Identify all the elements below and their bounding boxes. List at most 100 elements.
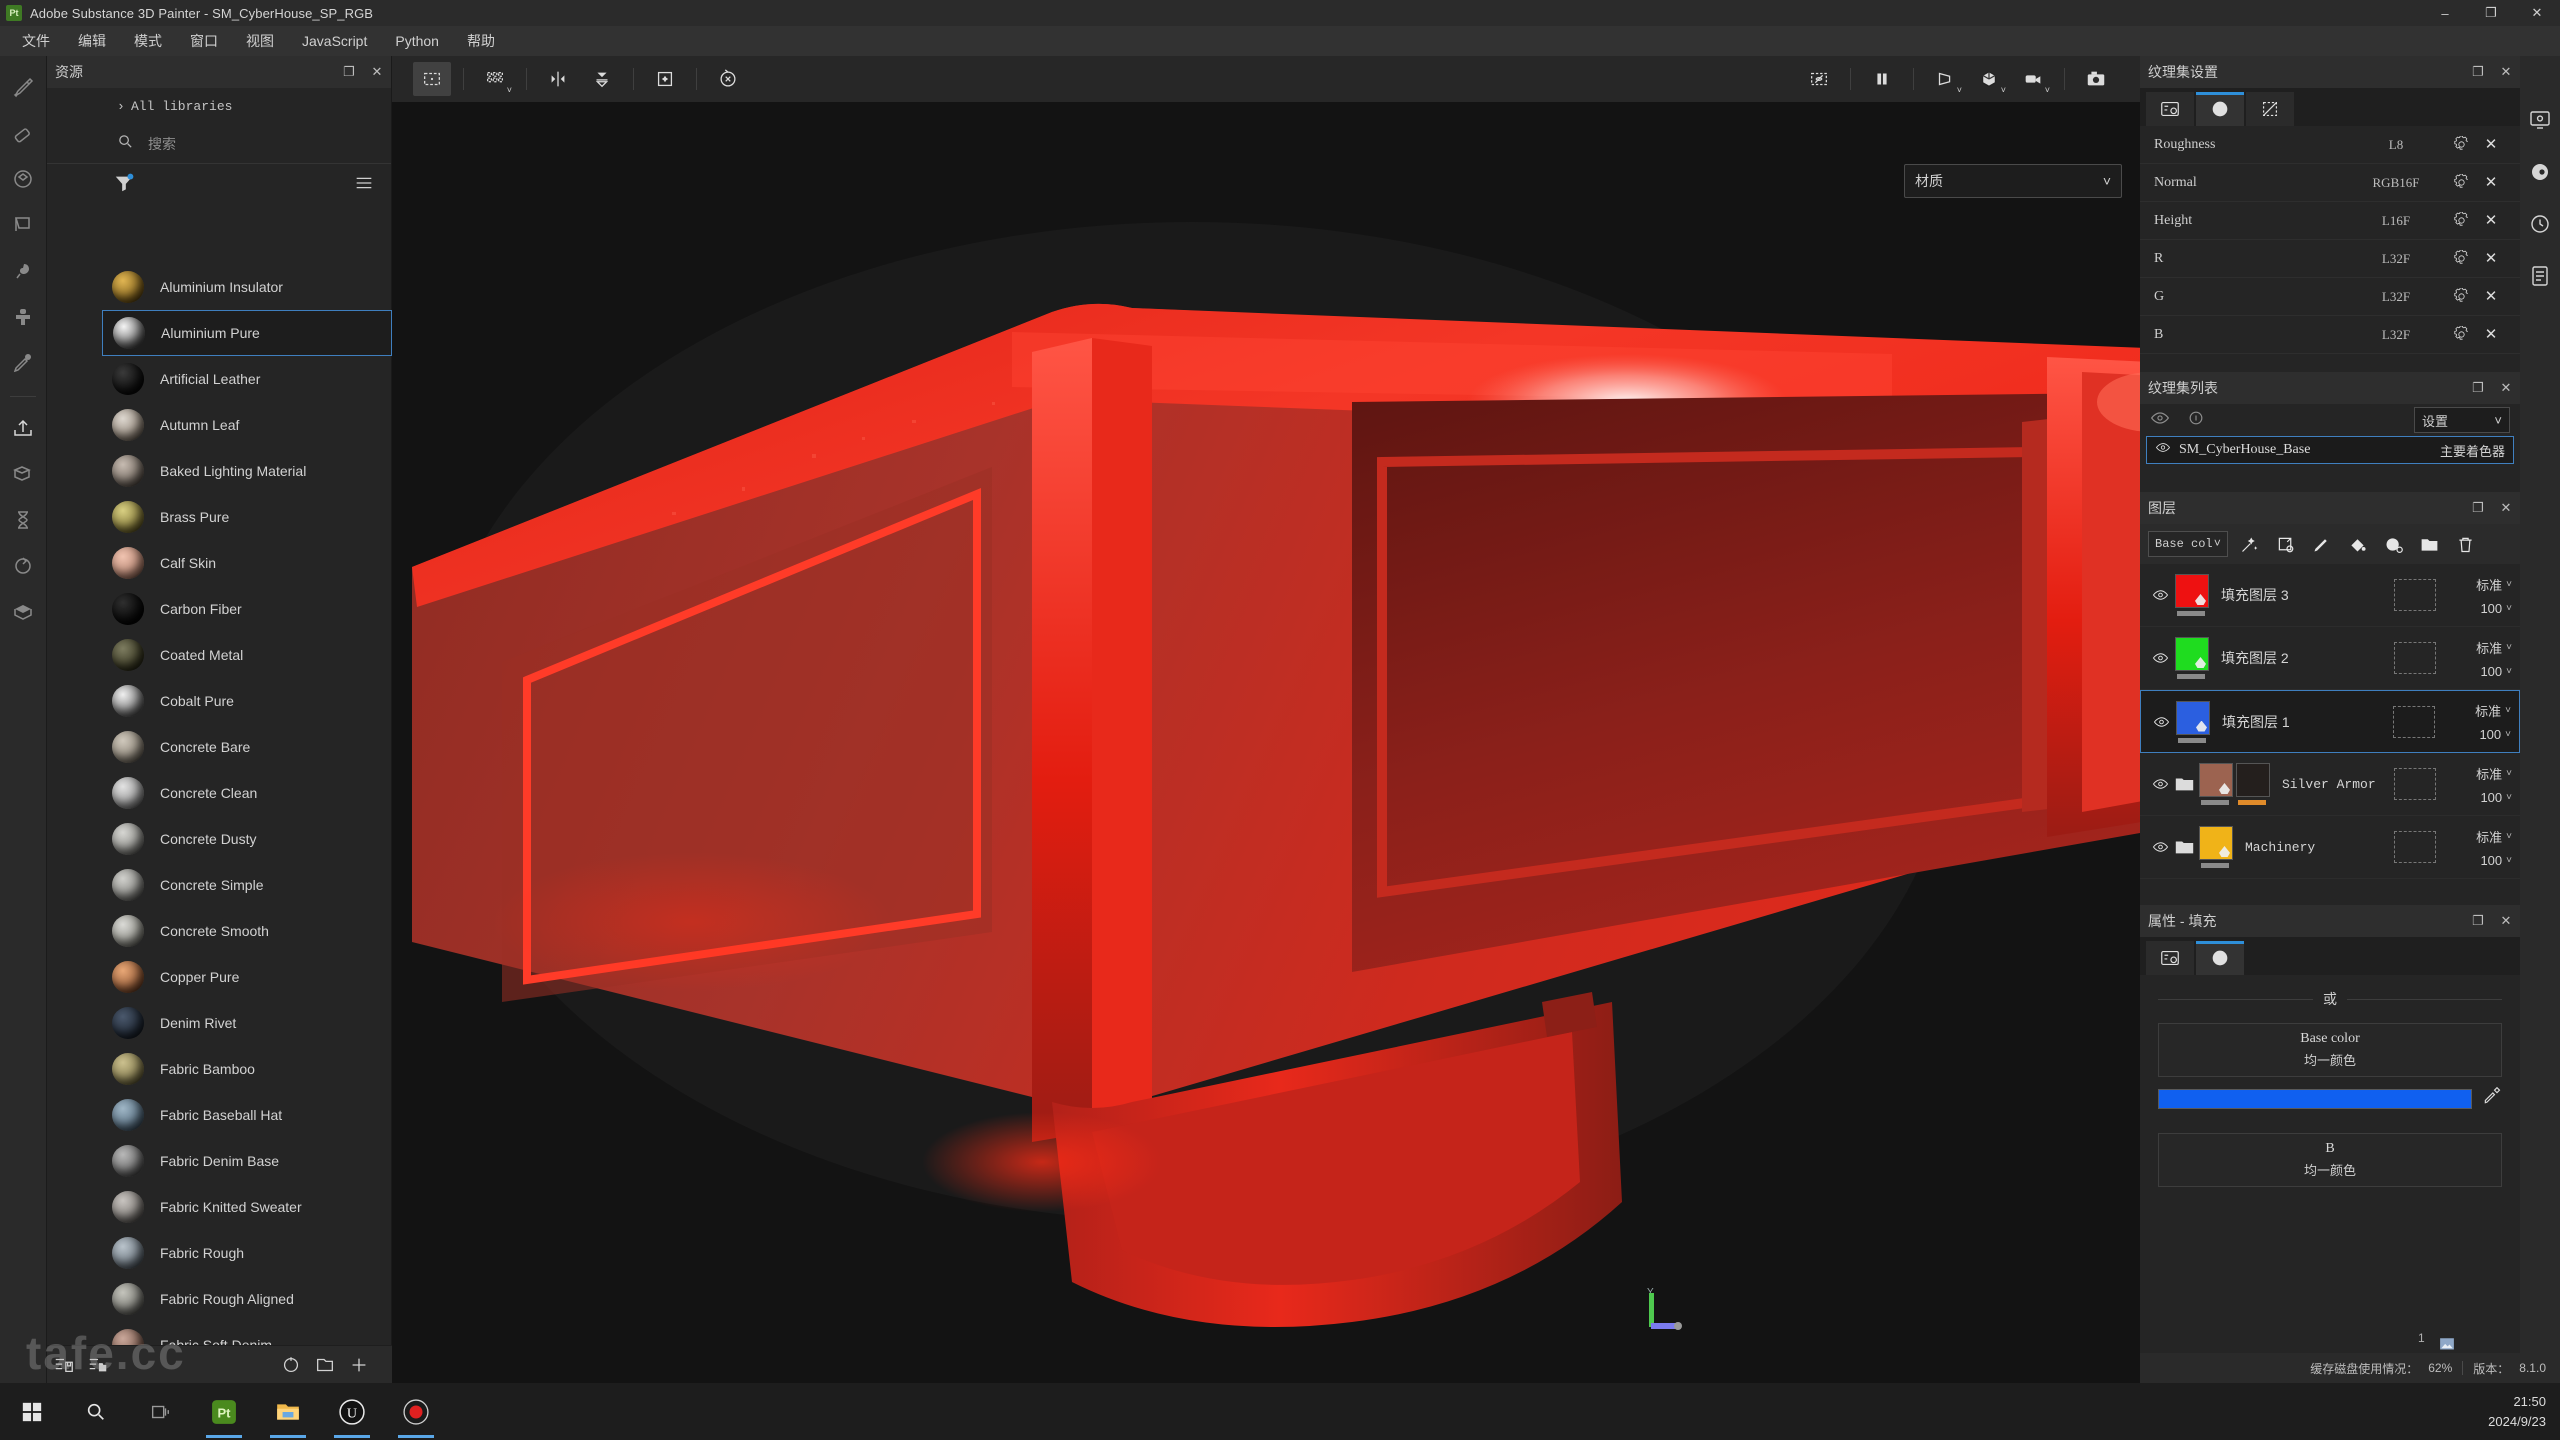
material-dropdown[interactable]: 材质 ˅ bbox=[1904, 164, 2122, 198]
channel-row[interactable]: G L32F ✕ bbox=[2140, 278, 2520, 316]
property-field[interactable]: Base color 均一颜色 bbox=[2158, 1023, 2502, 1077]
menu-view[interactable]: 视图 bbox=[232, 27, 288, 55]
symmetry-plane-icon[interactable] bbox=[583, 62, 621, 96]
add-anchor-icon[interactable] bbox=[646, 62, 684, 96]
library-selector[interactable]: › All libraries bbox=[47, 88, 391, 124]
add-folder-icon[interactable] bbox=[2414, 530, 2444, 558]
list-item[interactable]: Carbon Fiber bbox=[102, 586, 392, 632]
channel-settings-icon[interactable] bbox=[2446, 212, 2476, 229]
channel-remove-icon[interactable]: ✕ bbox=[2476, 287, 2506, 306]
layer-visibility-icon[interactable] bbox=[2148, 840, 2172, 854]
channel-remove-icon[interactable]: ✕ bbox=[2476, 211, 2506, 230]
layer-thumbnail[interactable] bbox=[2176, 700, 2210, 743]
layer-opacity[interactable]: 100 bbox=[2480, 601, 2502, 616]
list-item[interactable]: Concrete Smooth bbox=[102, 908, 392, 954]
list-item[interactable]: Artificial Leather bbox=[102, 356, 392, 402]
new-folder-icon[interactable] bbox=[308, 1350, 342, 1380]
menu-javascript[interactable]: JavaScript bbox=[288, 29, 381, 53]
3d-view-icon[interactable] bbox=[6, 595, 40, 629]
mesh-view-icon[interactable]: ˅ bbox=[1970, 62, 2008, 96]
material-tab-icon[interactable] bbox=[2196, 941, 2244, 975]
add-smart-mask-icon[interactable] bbox=[2270, 530, 2300, 558]
filter-icon[interactable] bbox=[113, 172, 135, 199]
material-list[interactable]: Aluminium Insulator Aluminium Pure Artific… bbox=[102, 264, 392, 1374]
table-row[interactable]: 填充图层 1 标准 ˅ 100 ˅ bbox=[2140, 690, 2520, 753]
layer-visibility-icon[interactable] bbox=[2148, 777, 2172, 791]
layer-opacity[interactable]: 100 bbox=[2480, 853, 2502, 868]
tsl-close-icon[interactable]: ✕ bbox=[2498, 380, 2514, 396]
paint-brush-icon[interactable] bbox=[6, 70, 40, 104]
maximize-button[interactable]: ❐ bbox=[2468, 0, 2514, 26]
color-swatch[interactable] bbox=[2158, 1088, 2472, 1109]
menu-window[interactable]: 窗口 bbox=[176, 27, 232, 55]
layer-channel-dropdown[interactable]: Base col ˅ bbox=[2148, 531, 2228, 557]
menu-edit[interactable]: 编辑 bbox=[64, 27, 120, 55]
properties-dock-icon[interactable]: ❐ bbox=[2470, 913, 2486, 929]
layer-mask-slot[interactable] bbox=[2394, 642, 2436, 674]
tss-dock-icon[interactable]: ❐ bbox=[2470, 64, 2486, 80]
display-settings-icon[interactable] bbox=[2524, 104, 2556, 136]
assets-close-icon[interactable]: ✕ bbox=[369, 64, 385, 80]
camera-view-icon[interactable]: ˅ bbox=[2014, 62, 2052, 96]
delete-layer-icon[interactable] bbox=[2450, 530, 2480, 558]
property-field[interactable]: B 均一颜色 bbox=[2158, 1133, 2502, 1187]
folder-icon[interactable] bbox=[2172, 776, 2196, 792]
refresh-icon[interactable] bbox=[6, 549, 40, 583]
layer-visibility-icon[interactable] bbox=[2148, 651, 2172, 665]
reset-transform-icon[interactable] bbox=[709, 62, 747, 96]
channel-settings-icon[interactable] bbox=[2446, 326, 2476, 343]
list-item[interactable]: Coated Metal bbox=[102, 632, 392, 678]
layer-blend-mode[interactable]: 标准 bbox=[2476, 575, 2502, 594]
layers-dock-icon[interactable]: ❐ bbox=[2470, 500, 2486, 516]
tss-close-icon[interactable]: ✕ bbox=[2498, 64, 2514, 80]
material-picker-icon[interactable] bbox=[6, 346, 40, 380]
unreal-engine-taskbar-icon[interactable]: U bbox=[320, 1383, 384, 1440]
hourglass-icon[interactable] bbox=[6, 503, 40, 537]
layers-close-icon[interactable]: ✕ bbox=[2498, 500, 2514, 516]
table-row[interactable]: Silver Armor 标准 ˅ 100 ˅ bbox=[2140, 753, 2520, 816]
magic-wand-icon[interactable] bbox=[2234, 530, 2264, 558]
layer-blend-mode[interactable]: 标准 bbox=[2476, 827, 2502, 846]
solo-visibility-icon[interactable] bbox=[2186, 408, 2206, 433]
texture-set-settings-dropdown[interactable]: 设置 ˅ bbox=[2414, 407, 2510, 433]
list-item[interactable]: Calf Skin bbox=[102, 540, 392, 586]
eye-icon[interactable] bbox=[2155, 441, 2171, 459]
list-item[interactable]: Concrete Clean bbox=[102, 770, 392, 816]
shader-settings-icon[interactable] bbox=[2524, 156, 2556, 188]
hide-selection-icon[interactable] bbox=[1800, 62, 1838, 96]
channel-settings-icon[interactable] bbox=[2446, 250, 2476, 267]
menu-file[interactable]: 文件 bbox=[8, 27, 64, 55]
screen-recorder-taskbar-icon[interactable] bbox=[384, 1383, 448, 1440]
channel-row[interactable]: Normal RGB16F ✕ bbox=[2140, 164, 2520, 202]
menu-python[interactable]: Python bbox=[381, 29, 453, 53]
menu-mode[interactable]: 模式 bbox=[120, 27, 176, 55]
layer-opacity[interactable]: 100 bbox=[2479, 727, 2501, 742]
smudge-icon[interactable] bbox=[6, 254, 40, 288]
table-row[interactable]: Machinery 标准 ˅ 100 ˅ bbox=[2140, 816, 2520, 879]
geometry-decal-icon[interactable] bbox=[6, 208, 40, 242]
add-fill-layer-icon[interactable] bbox=[2342, 530, 2372, 558]
channel-settings-icon[interactable] bbox=[2446, 174, 2476, 191]
channel-row[interactable]: Height L16F ✕ bbox=[2140, 202, 2520, 240]
list-item[interactable]: Concrete Simple bbox=[102, 862, 392, 908]
table-row[interactable]: 填充图层 3 标准 ˅ 100 ˅ bbox=[2140, 564, 2520, 627]
add-effect-icon[interactable] bbox=[2378, 530, 2408, 558]
eraser-icon[interactable] bbox=[6, 116, 40, 150]
channel-row[interactable]: R L32F ✕ bbox=[2140, 240, 2520, 278]
file-explorer-taskbar-icon[interactable] bbox=[256, 1383, 320, 1440]
close-button[interactable]: ✕ bbox=[2514, 0, 2560, 26]
channel-remove-icon[interactable]: ✕ bbox=[2476, 173, 2506, 192]
list-item[interactable]: Cobalt Pure bbox=[102, 678, 392, 724]
list-item[interactable]: Concrete Dusty bbox=[102, 816, 392, 862]
layer-mask-slot[interactable] bbox=[2394, 831, 2436, 863]
channel-row[interactable]: B L32F ✕ bbox=[2140, 316, 2520, 354]
start-button-icon[interactable] bbox=[0, 1383, 64, 1440]
history-icon[interactable] bbox=[2524, 208, 2556, 240]
bake-mesh-maps-icon[interactable] bbox=[6, 457, 40, 491]
uv-grid-icon[interactable]: ˅ bbox=[476, 62, 514, 96]
projection-icon[interactable] bbox=[6, 162, 40, 196]
channel-remove-icon[interactable]: ✕ bbox=[2476, 249, 2506, 268]
layer-mask-slot[interactable] bbox=[2394, 579, 2436, 611]
list-view-icon[interactable] bbox=[353, 172, 375, 199]
channel-settings-icon[interactable] bbox=[2446, 136, 2476, 153]
